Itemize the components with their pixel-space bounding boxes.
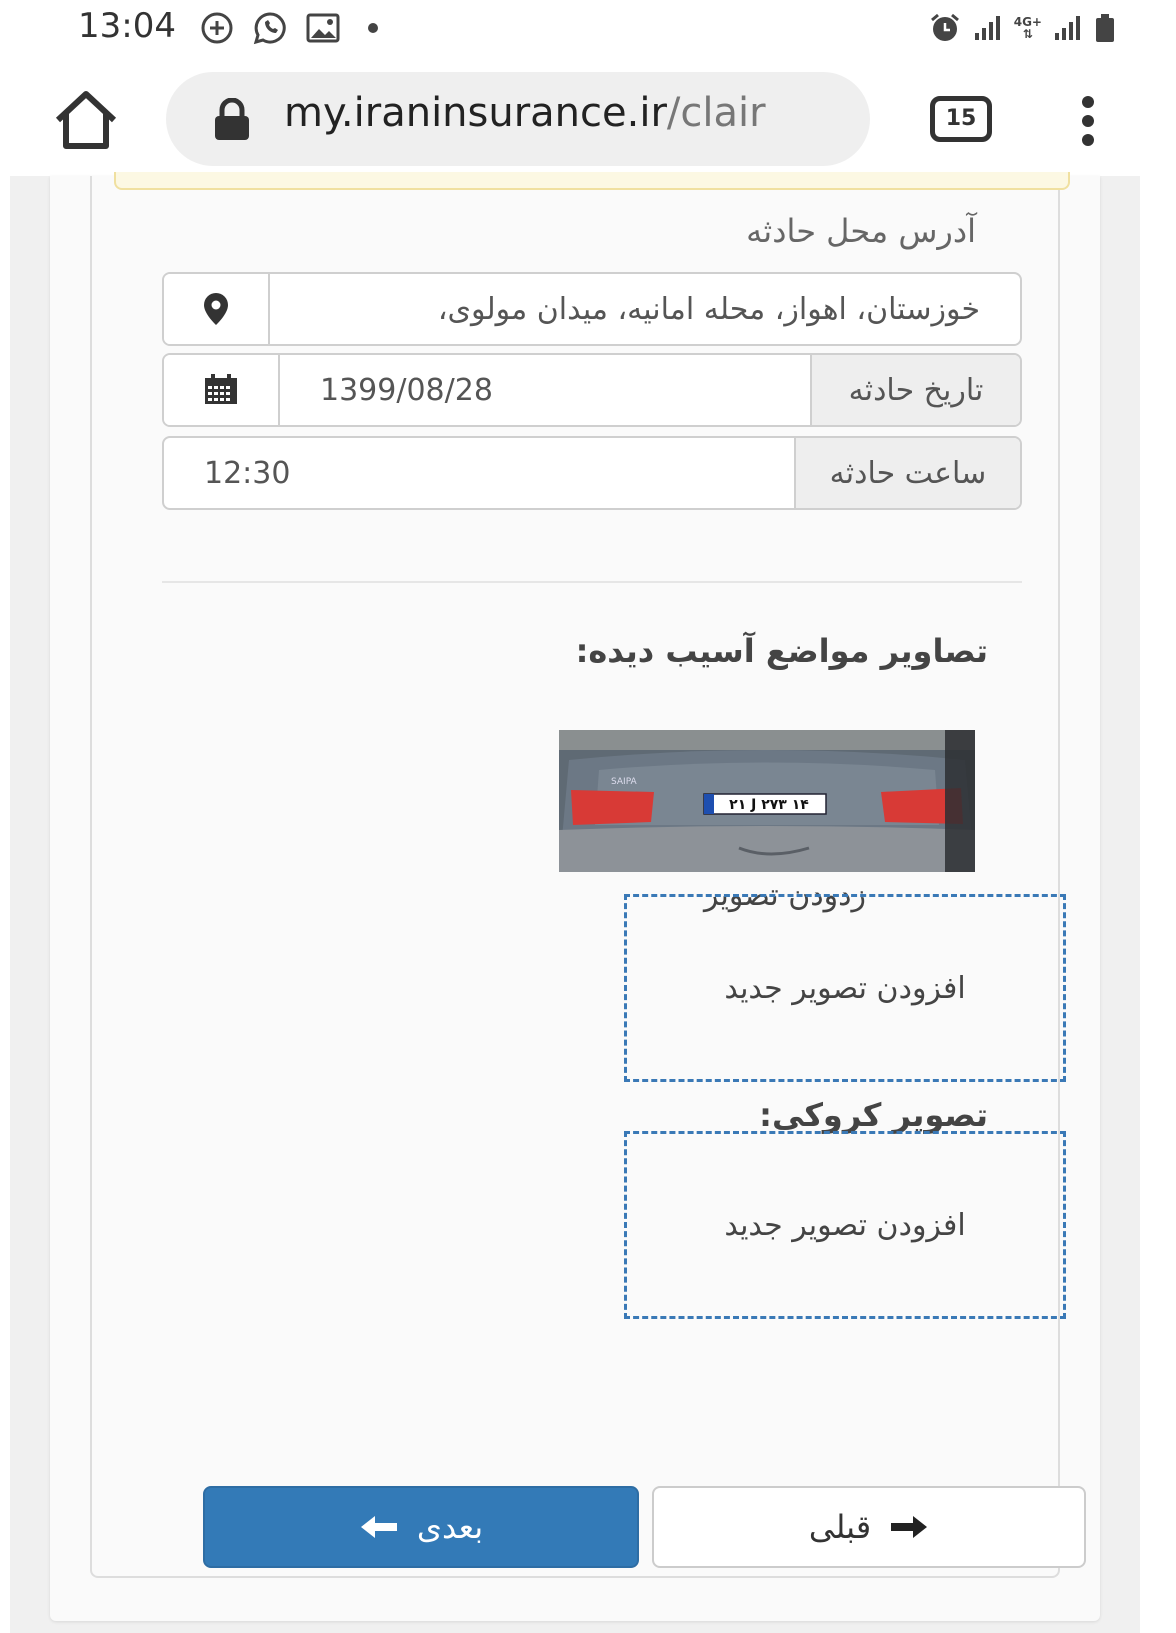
sketch-image-title: تصویر کروکی: <box>759 1096 988 1134</box>
map-marker-icon[interactable] <box>164 274 270 344</box>
battery-icon <box>1096 14 1114 42</box>
license-plate: ۲۱ J ۲۷۳ ۱۴ <box>729 797 809 813</box>
dot-icon <box>368 23 378 33</box>
arrow-right-icon <box>891 1516 928 1538</box>
status-time: 13:04 <box>78 6 176 46</box>
lock-icon <box>215 98 249 140</box>
previous-button[interactable]: قبلی <box>652 1486 1086 1568</box>
time-label: ساعت حادثه <box>794 438 1020 508</box>
image-icon <box>306 13 340 43</box>
url-text[interactable]: my.iraninsurance.ir/clair <box>284 90 766 136</box>
home-icon[interactable] <box>52 88 120 152</box>
damage-images-title: تصاویر مواضع آسیب دیده: <box>575 632 988 670</box>
browser-toolbar: my.iraninsurance.ir/clair 15 <box>0 60 1176 176</box>
damage-image-thumbnail[interactable]: ۲۱ J ۲۷۳ ۱۴ SAIPA <box>559 730 975 872</box>
content-card: آدرس محل حادثه خوزستان، اهواز، محله امان… <box>50 172 1100 1621</box>
overflow-menu-icon[interactable] <box>1078 96 1098 148</box>
calendar-icon[interactable] <box>164 355 280 425</box>
add-sketch-image-button[interactable]: افزودن تصویر جدید <box>624 1131 1066 1319</box>
alarm-icon <box>930 13 959 41</box>
form-panel: آدرس محل حادثه خوزستان، اهواز، محله امان… <box>90 172 1086 1578</box>
alert-box <box>114 172 1070 190</box>
time-field[interactable]: 12:30 <box>164 438 794 508</box>
previous-button-label: قبلی <box>808 1508 872 1546</box>
date-input-group: 1399/08/28 تاریخ حادثه <box>162 353 1022 427</box>
address-label: آدرس محل حادثه <box>746 212 976 250</box>
add-damage-image-button[interactable]: افزودن تصویر جدید <box>624 894 1066 1082</box>
next-button[interactable]: بعدی <box>203 1486 639 1568</box>
next-button-label: بعدی <box>416 1508 484 1546</box>
signal-4g-icon: 4G+ ⇅ <box>1013 15 1042 41</box>
address-bar[interactable]: my.iraninsurance.ir/clair <box>166 72 870 166</box>
car-badge: SAIPA <box>611 777 638 787</box>
divider <box>162 581 1022 583</box>
add-damage-image-label: افزودن تصویر جدید <box>724 970 966 1006</box>
tab-switcher-button[interactable]: 15 <box>930 96 992 142</box>
add-circle-icon <box>201 12 233 44</box>
url-domain: my.iraninsurance.ir <box>284 90 667 136</box>
address-field[interactable]: خوزستان، اهواز، محله امانیه، میدان مولوی… <box>270 274 1020 344</box>
date-field[interactable]: 1399/08/28 <box>280 355 810 425</box>
signal-icon <box>1055 16 1080 40</box>
arrow-left-icon <box>360 1516 397 1538</box>
status-icons-left <box>200 10 378 46</box>
time-input-group: 12:30 ساعت حادثه <box>162 436 1022 510</box>
add-sketch-image-label: افزودن تصویر جدید <box>724 1207 966 1243</box>
status-bar: 13:04 4G+ ⇅ <box>0 0 1176 60</box>
address-input-group: خوزستان، اهواز، محله امانیه، میدان مولوی… <box>162 272 1022 346</box>
url-path: /clair <box>666 90 766 136</box>
status-icons-right: 4G+ ⇅ <box>928 10 1116 46</box>
whatsapp-icon <box>253 12 286 45</box>
page-background: آدرس محل حادثه خوزستان، اهواز، محله امان… <box>10 172 1140 1633</box>
signal-icon <box>974 16 1000 40</box>
date-label: تاریخ حادثه <box>810 355 1020 425</box>
